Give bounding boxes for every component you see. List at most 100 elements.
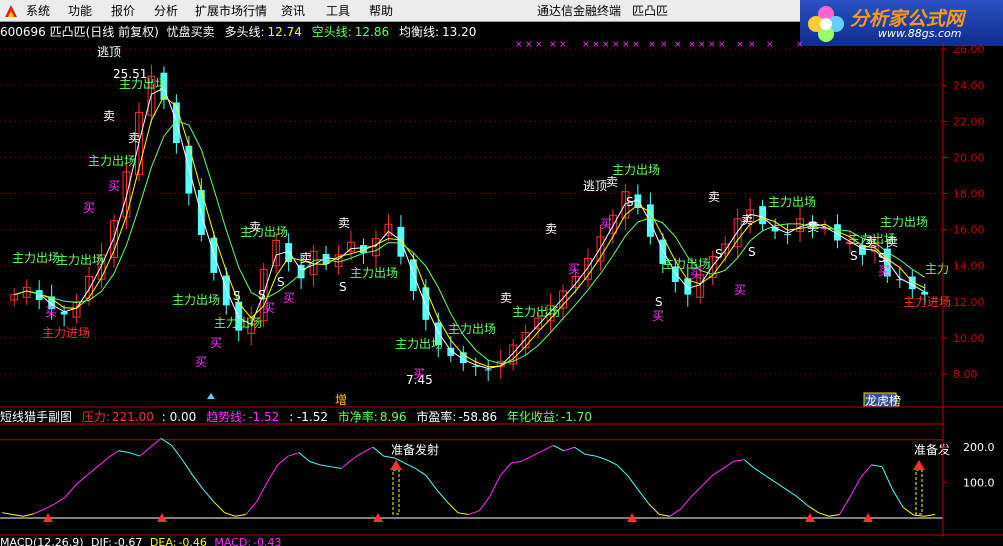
buy-marker: 买: [83, 201, 95, 215]
price-tick-label: 20.00: [953, 151, 985, 164]
sub-line-segment: [659, 513, 671, 517]
sub-indicator-header: 短线猎手副图 压力: 221.00 : 0.00 趋势线: -1.52 : -1.5…: [0, 409, 592, 425]
price-chart[interactable]: × × × × × × × × × × × × × × × × × × × × × ×逃顶25.51主力出场主力出场主力出…: [0, 0, 1003, 546]
sub-line-segment: [436, 489, 448, 503]
main-exit-label: 主力出场: [56, 253, 104, 267]
sub-line-segment: [54, 496, 66, 505]
short-signal-marker: S: [626, 195, 634, 209]
sub-line-segment: [107, 450, 119, 459]
sub-line-segment: [192, 475, 204, 490]
short-signal-marker: S: [850, 249, 858, 263]
signal-marker: ×: [718, 40, 726, 50]
price-tick-label: 8.00: [953, 368, 978, 381]
sub-line-segment: [881, 466, 894, 490]
sub-line-segment: [256, 482, 268, 503]
sub-line-segment: [415, 468, 427, 476]
main-exit-label: 主力出场: [662, 257, 710, 271]
main-exit-label: 主力出场: [612, 163, 660, 177]
launch-arrow-icon: [390, 460, 402, 470]
price-tick-label: 16.00: [953, 224, 985, 237]
macd-value: -0.43: [253, 536, 282, 546]
main-exit-label: 主力出场: [172, 293, 220, 307]
sell-marker: 卖: [249, 220, 261, 234]
sub-line-segment: [478, 496, 491, 512]
buy-marker: 买: [878, 264, 890, 278]
price-tick-label: 26.00: [953, 43, 985, 56]
sub-line-segment: [44, 503, 56, 510]
buy-marker: 买: [568, 262, 580, 276]
signal-marker: ×: [622, 40, 630, 50]
trend-label: 趋势线:: [206, 410, 247, 424]
signal-marker: ×: [674, 40, 682, 50]
pb-value: 8.96: [379, 410, 407, 424]
main-exit-label: 主力出场: [350, 266, 398, 280]
candle-body: [484, 369, 492, 371]
sub-line-segment: [245, 501, 257, 515]
date-marker-icon: [207, 393, 215, 399]
main-exit-label: 主力出场: [448, 322, 496, 336]
main-exit-label: 主力出场: [214, 316, 262, 330]
escape-top-label: 逃顶: [97, 45, 121, 59]
sub-line-segment: [574, 446, 586, 455]
short-signal-marker: S: [339, 280, 347, 294]
short-signal-marker: S: [748, 245, 756, 259]
sub-line-segment: [765, 475, 777, 484]
sub-line-segment: [722, 460, 734, 469]
candle-body: [759, 206, 767, 225]
sub-line-segment: [796, 496, 809, 506]
sub-line-segment: [203, 489, 215, 503]
sub-line-segment: [892, 489, 904, 508]
sell-marker: 卖: [545, 222, 557, 236]
sell-marker: 卖: [807, 220, 819, 234]
buy-marker: 买: [690, 267, 702, 281]
buy-marker: 买: [45, 305, 57, 319]
sub-line-segment: [902, 506, 915, 516]
sub-line-segment: [351, 452, 363, 461]
trend-value: -1.52: [248, 410, 280, 424]
signal-marker: ×: [796, 40, 804, 50]
sub-line-segment: [701, 475, 713, 487]
sub-line-segment: [446, 501, 459, 514]
signal-marker: ×: [559, 40, 567, 50]
macd-label: MACD:: [214, 536, 252, 546]
buy-marker: 买: [413, 367, 425, 381]
sub-line-segment: [712, 468, 724, 476]
signal-marker: ×: [612, 40, 620, 50]
signal-marker: ×: [525, 40, 533, 50]
main-exit-label: 主力出场: [395, 337, 443, 351]
signal-marker: ×: [736, 40, 744, 50]
sub-line-segment: [627, 475, 639, 490]
annual-value: -1.70: [561, 410, 593, 424]
sub-line-segment: [585, 453, 596, 457]
price-tick-label: 10.00: [953, 332, 985, 345]
sub-line-segment: [224, 512, 236, 517]
sub-line-segment: [648, 503, 660, 515]
main-exit-label: 主力出场: [240, 225, 288, 239]
dif-value: -0.67: [113, 536, 143, 546]
main-exit-label: 主力出场: [12, 251, 60, 265]
signal-marker: ×: [602, 40, 610, 50]
dea-value: -0.46: [178, 536, 207, 546]
sub-line-segment: [97, 457, 109, 468]
buy-marker: 买: [734, 283, 746, 297]
sell-marker: 卖: [500, 291, 512, 305]
sub-line-segment: [553, 445, 565, 452]
buy-marker: 买: [108, 179, 120, 193]
pe-value: -58.86: [458, 410, 498, 424]
main-exit-label: 主力出场: [880, 215, 928, 229]
sell-marker: 卖: [300, 251, 312, 265]
sub-line-segment: [298, 452, 310, 462]
candle-body: [197, 189, 205, 236]
extra-value: : 0.00: [161, 410, 197, 424]
pe-label: 市盈率:: [416, 410, 457, 424]
macd-name: MACD(12,26,9): [0, 536, 84, 546]
macd-header: MACD(12,26,9) DIF: -0.67 DEA: -0.46 MACD: -…: [0, 537, 282, 546]
annual-label: 年化收益:: [506, 410, 559, 424]
sub-line-segment: [680, 496, 692, 510]
candle-body: [784, 234, 791, 236]
buy-marker: 买: [263, 301, 275, 315]
sub-line-segment: [235, 513, 246, 517]
increase-tag: 增: [335, 393, 347, 407]
sub-line-segment: [616, 464, 628, 476]
sub-line-segment: [277, 455, 289, 466]
